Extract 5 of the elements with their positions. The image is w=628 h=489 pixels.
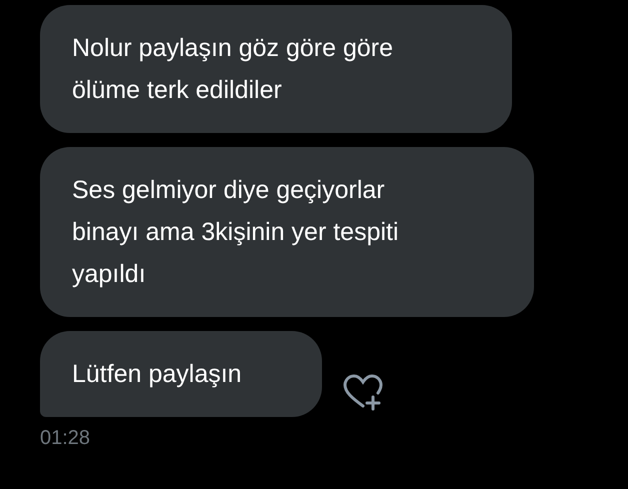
- message-bubble: Ses gelmiyor diye geçiyorlar binayı ama 3kişinin yer tespiti yapıldı: [40, 147, 534, 317]
- message-bubble: Nolur paylaşın göz göre göre ölüme terk edildiler: [40, 5, 512, 133]
- heart-plus-icon[interactable]: [342, 373, 384, 411]
- message-time: 01:28: [40, 426, 92, 451]
- message-bubble: Lütfen paylaşın: [40, 331, 322, 417]
